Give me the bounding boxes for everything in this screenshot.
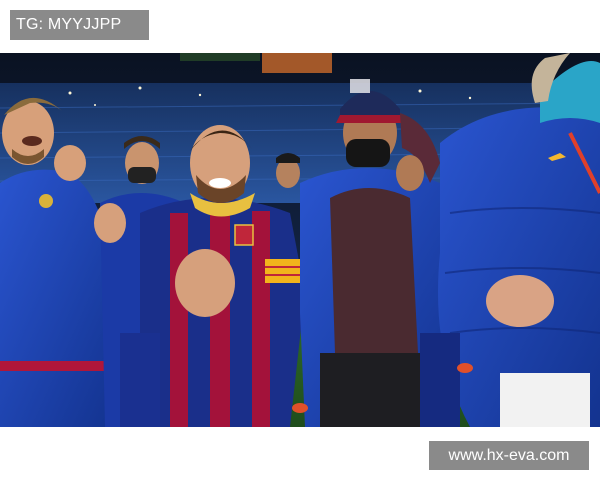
scoreboard [262,53,332,73]
scoreboard-strip [180,53,260,61]
celebration-photo-svg [0,53,600,427]
watermark-top-label: TG: MYYJJPP [10,10,149,40]
celebration-photo [0,53,600,427]
watermark-bottom-label: www.hx-eva.com [429,441,589,470]
